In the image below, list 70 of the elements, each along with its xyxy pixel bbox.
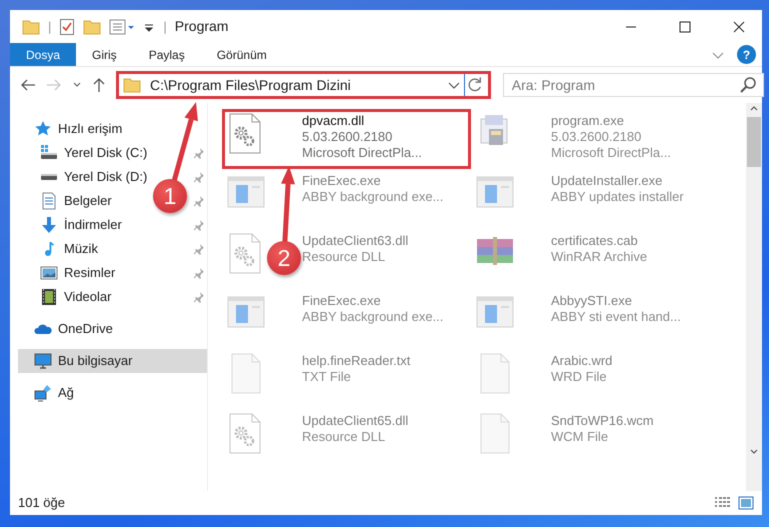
ribbon-tab[interactable]: Giriş — [76, 43, 133, 66]
sidebar-item[interactable]: Yerel Disk (D:) — [18, 165, 152, 189]
back-arrow-icon — [20, 78, 36, 92]
file-name[interactable]: Arabic.wrd — [551, 353, 612, 369]
forward-arrow-icon — [46, 78, 62, 92]
sidebar-item[interactable]: Hızlı erişim — [18, 117, 126, 141]
ribbon-tab[interactable]: Dosya — [10, 43, 76, 66]
file-detail: 5.03.2600.2180 — [551, 129, 642, 145]
file-name[interactable]: UpdateInstaller.exe — [551, 173, 684, 189]
file-detail: TXT File — [302, 369, 352, 385]
file-detail: ABBY background exe... — [302, 189, 444, 205]
file-detail: WRD File — [551, 369, 608, 385]
sidebar-item[interactable]: Resimler — [18, 261, 120, 285]
download-arrow-icon — [40, 216, 58, 234]
sidebar-item[interactable]: Bu bilgisayar — [18, 349, 207, 373]
close-icon — [733, 20, 745, 32]
separator-text: | — [163, 18, 167, 36]
sidebar-item[interactable]: İndirmeler — [18, 213, 126, 237]
scrollbar-thumb[interactable] — [747, 117, 761, 167]
file-name[interactable]: dpvacm.dll — [302, 113, 422, 129]
properties-icon[interactable] — [59, 18, 76, 36]
ribbon-tab[interactable]: Görünüm — [200, 43, 283, 66]
view-options-icon[interactable] — [109, 18, 136, 36]
new-folder-icon[interactable] — [83, 18, 102, 36]
separator-text: | — [48, 18, 52, 36]
search-field[interactable]: Ara: Program — [502, 73, 764, 97]
file-name[interactable]: certificates.cab — [551, 233, 648, 249]
sidebar-item[interactable]: Yerel Disk (C:) — [18, 141, 152, 165]
file-detail: Microsoft DirectPla... — [302, 145, 422, 161]
file-name[interactable]: FineExec.exe — [302, 293, 444, 309]
up-arrow-icon — [92, 77, 106, 93]
details-view-icon[interactable] — [714, 496, 732, 510]
ribbon-tab[interactable]: Paylaş — [132, 43, 201, 66]
file-detail: ABBY sti event hand... — [551, 309, 681, 325]
file-name[interactable]: AbbyySTI.exe — [551, 293, 681, 309]
drive-icon — [40, 173, 58, 181]
file-detail: Resource DLL — [302, 249, 386, 265]
maximize-icon — [679, 20, 691, 32]
file-name[interactable]: UpdateClient63.dll — [302, 233, 408, 249]
window-title: Program — [174, 17, 228, 36]
address-text: C:\Program Files\Program Dizini — [149, 76, 352, 95]
sidebar-item[interactable]: Ağ — [18, 381, 78, 405]
monitor-icon — [34, 352, 52, 370]
film-icon — [40, 288, 58, 306]
file-name[interactable]: UpdateClient65.dll — [302, 413, 408, 429]
music-note-icon — [44, 241, 54, 257]
file-detail: WCM File — [551, 429, 610, 445]
large-icons-view-icon[interactable] — [738, 496, 754, 510]
file-name[interactable]: SndToWP16.wcm — [551, 413, 654, 429]
drive-icon — [40, 144, 58, 162]
file-name[interactable]: help.fineReader.txt — [302, 353, 410, 369]
sidebar-item[interactable]: Videolar — [18, 285, 116, 309]
sidebar-item[interactable]: Belgeler — [18, 189, 116, 213]
file-detail: Resource DLL — [302, 429, 386, 445]
file-name[interactable]: FineExec.exe — [302, 173, 444, 189]
sidebar-item[interactable]: OneDrive — [18, 317, 117, 341]
file-detail: Microsoft DirectPla... — [551, 145, 671, 161]
sidebar-item[interactable]: Müzik — [18, 237, 102, 261]
document-icon — [40, 192, 58, 210]
file-detail: ABBY background exe... — [302, 309, 444, 325]
file-name[interactable]: program.exe — [551, 113, 671, 129]
network-icon — [34, 384, 52, 402]
file-detail: ABBY updates installer — [551, 189, 684, 205]
file-detail: 5.03.2600.2180 — [302, 129, 394, 145]
help-button[interactable]: ? — [737, 45, 756, 64]
item-count: 101 öğe — [18, 494, 65, 512]
star-icon — [34, 120, 52, 138]
folder-icon[interactable] — [22, 18, 40, 36]
picture-icon — [40, 264, 58, 282]
file-detail: WinRAR Archive — [551, 249, 648, 265]
